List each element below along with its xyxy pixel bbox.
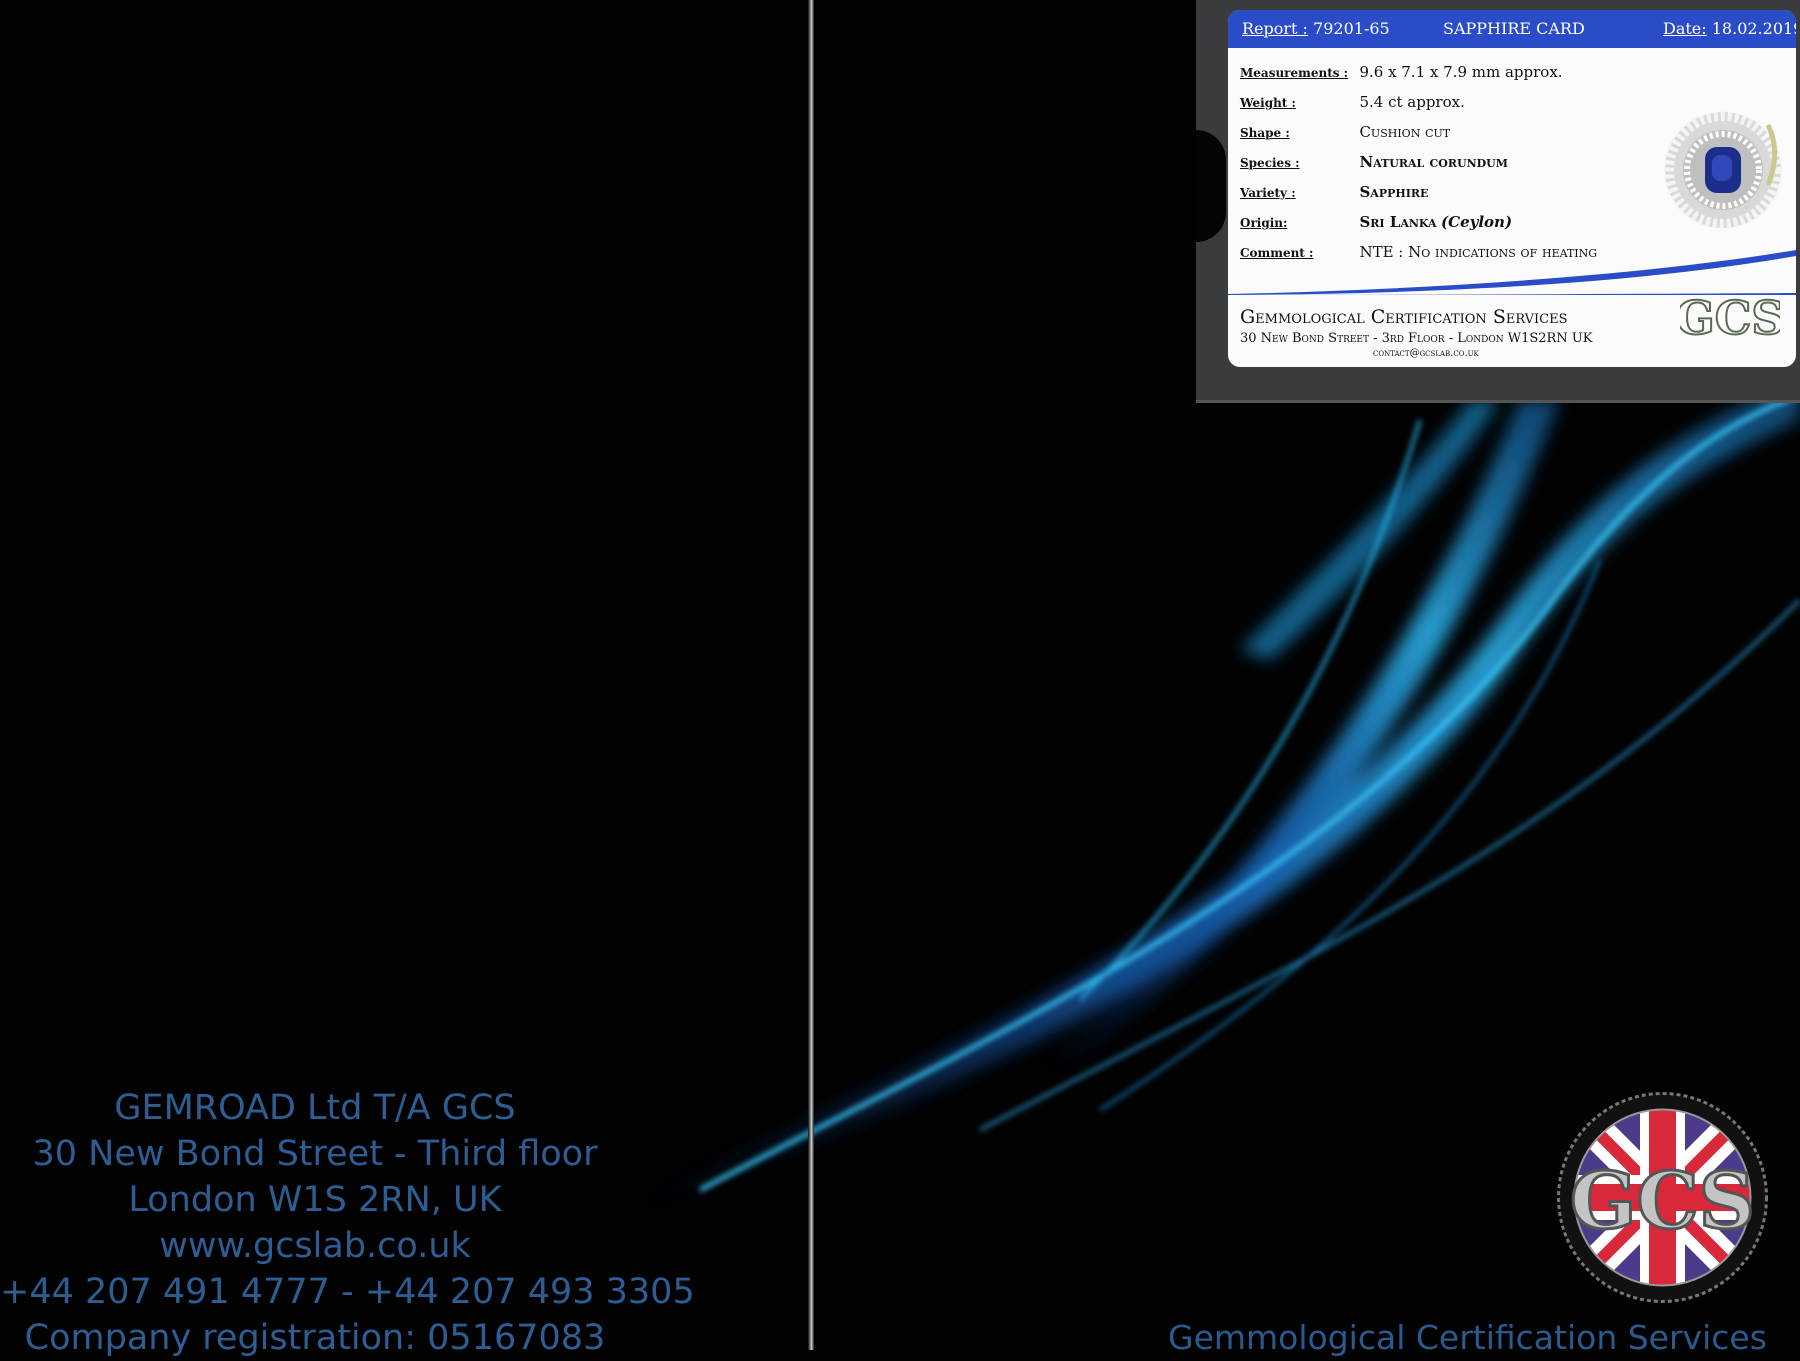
- gcs-union-jack-badge: GCS: [1557, 1092, 1768, 1303]
- sapphire-card: Report : 79201-65 SAPPHIRE CARD Date: 18…: [1228, 10, 1796, 367]
- species-row: Species : Natural corundum: [1240, 153, 1508, 171]
- report-field: Report : 79201-65: [1242, 19, 1390, 38]
- row-value: 5.4 ct approx.: [1359, 93, 1465, 111]
- date-value: 18.02.2019: [1711, 19, 1796, 38]
- sleeve-notch: [1196, 130, 1226, 242]
- card-title: SAPPHIRE CARD: [1443, 19, 1585, 38]
- row-label: Origin:: [1240, 216, 1288, 230]
- footer-brand-name: Gemmological Certification Services: [1168, 1318, 1767, 1357]
- origin-row: Origin: Sri Lanka (Ceylon): [1240, 213, 1512, 231]
- gcs-logo-text: GCS: [1680, 291, 1780, 345]
- sapphire-ring-photo: [1664, 111, 1782, 229]
- row-value: Sri Lanka: [1359, 213, 1437, 231]
- row-value: 9.6 x 7.1 x 7.9 mm approx.: [1359, 63, 1563, 81]
- lab-name: Gemmological Certification Services: [1240, 306, 1568, 328]
- date-label: Date:: [1663, 19, 1707, 38]
- measurements-row: Measurements : 9.6 x 7.1 x 7.9 mm approx…: [1240, 63, 1563, 81]
- row-label: Shape :: [1240, 126, 1290, 140]
- phone-numbers: +44 207 491 4777 - +44 207 493 3305: [0, 1272, 695, 1312]
- row-label: Species :: [1240, 156, 1300, 170]
- card-header: Report : 79201-65 SAPPHIRE CARD Date: 18…: [1228, 10, 1796, 48]
- website: www.gcslab.co.uk: [159, 1226, 471, 1266]
- row-label: Measurements :: [1240, 66, 1349, 80]
- street-address: 30 New Bond Street - Third floor: [32, 1134, 598, 1174]
- lab-email: contact@gcslab.co.uk: [1373, 348, 1479, 359]
- badge-logo-text: GCS: [1570, 1156, 1755, 1247]
- lab-address: 30 New Bond Street - 3rd Floor - London …: [1240, 331, 1593, 346]
- report-label: Report :: [1242, 19, 1308, 38]
- company-name: GEMROAD Ltd T/A GCS: [114, 1088, 516, 1128]
- origin-detail: (Ceylon): [1441, 213, 1513, 231]
- gcs-logo: GCS: [1680, 290, 1780, 346]
- company-address-block: GEMROAD Ltd T/A GCS 30 New Bond Street -…: [0, 1085, 695, 1361]
- date-field: Date: 18.02.2019: [1663, 19, 1796, 38]
- row-value: Natural corundum: [1359, 153, 1508, 171]
- company-registration: Company registration: 05167083: [24, 1318, 606, 1358]
- weight-row: Weight : 5.4 ct approx.: [1240, 93, 1465, 111]
- shape-row: Shape : Cushion cut: [1240, 123, 1450, 141]
- row-value: Cushion cut: [1359, 123, 1451, 141]
- report-number: 79201-65: [1313, 19, 1390, 38]
- city-postcode: London W1S 2RN, UK: [128, 1180, 502, 1220]
- row-label: Weight :: [1240, 96, 1296, 110]
- row-label: Variety :: [1240, 186, 1296, 200]
- folder-crease: [808, 0, 814, 1350]
- variety-row: Variety : Sapphire: [1240, 183, 1428, 201]
- row-value: Sapphire: [1359, 183, 1429, 201]
